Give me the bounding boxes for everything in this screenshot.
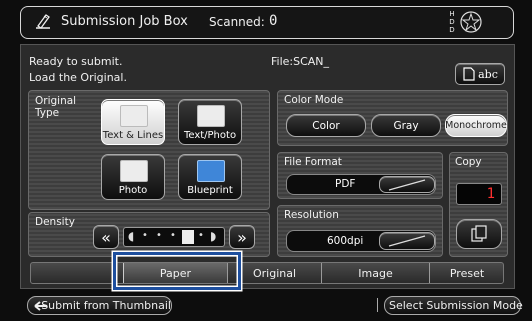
original-type-label: Original Type	[35, 95, 77, 119]
file-format-selector[interactable]: PDF	[286, 174, 436, 195]
original-type-blueprint-button[interactable]: Blueprint	[178, 154, 242, 200]
double-chevron-right-icon: »	[237, 227, 247, 247]
double-chevron-left-icon: «	[101, 227, 111, 247]
title-box: Submission Job Box Scanned: 0 HDD	[20, 6, 514, 39]
status-message-1: Ready to submit.	[29, 55, 123, 68]
option-label: Monochrome	[445, 120, 507, 131]
hdd-status-icon	[460, 11, 482, 33]
main-panel: Ready to submit. Load the Original. File…	[20, 44, 515, 289]
copies-icon	[471, 225, 487, 242]
edit-pen-icon	[36, 14, 50, 29]
slope-arrow-icon	[388, 178, 426, 191]
select-submission-mode-label: Select Submission Mode	[389, 299, 523, 312]
file-format-value: PDF	[335, 178, 356, 190]
density-increase-button[interactable]: »	[229, 225, 255, 249]
file-format-label: File Format	[284, 156, 342, 168]
blueprint-icon	[197, 160, 225, 182]
option-label: Text/Photo	[183, 130, 237, 141]
file-name-label: File:SCAN_	[271, 55, 330, 68]
option-label: Color	[312, 119, 340, 132]
bottom-bar: Submit from Thumbnail Select Submission …	[0, 292, 532, 321]
density-min-marker: ◖	[128, 229, 135, 243]
scanned-count: 0	[269, 13, 278, 29]
settings-tab-bar: Paper Original Image Preset	[30, 262, 504, 284]
slope-arrow-icon	[388, 235, 426, 247]
separator	[377, 298, 378, 312]
resolution-value: 600dpi	[327, 235, 364, 247]
file-format-panel: File Format PDF	[277, 152, 443, 199]
density-decrease-button[interactable]: «	[93, 225, 119, 249]
copy-display: 1	[456, 183, 502, 205]
submit-from-thumbnail-label: Submit from Thumbnail	[41, 299, 171, 312]
option-label: Blueprint	[187, 185, 233, 196]
density-scale: ◖ • • • • ◗	[123, 227, 225, 247]
density-max-marker: ◗	[210, 229, 217, 243]
tab-preset[interactable]: Preset	[429, 263, 504, 283]
tab-image[interactable]: Image	[321, 263, 429, 283]
density-dot: •	[142, 230, 148, 241]
density-panel: Density « ◖ • • • • ◗ »	[28, 212, 270, 257]
tab-original[interactable]: Original	[227, 263, 321, 283]
select-submission-mode-button[interactable]: Select Submission Mode	[384, 296, 523, 315]
scanned-label: Scanned:	[209, 15, 265, 29]
color-mode-monochrome-button[interactable]: Monochrome	[445, 114, 507, 137]
color-mode-panel: Color Mode Color Gray Monochrome	[277, 90, 508, 146]
density-dot: •	[198, 230, 204, 241]
document-icon	[463, 67, 475, 81]
abc-input-button[interactable]: abc	[455, 63, 505, 85]
text-lines-icon	[120, 105, 148, 127]
color-mode-label: Color Mode	[284, 94, 344, 106]
option-label: Gray	[393, 119, 419, 132]
original-type-photo-button[interactable]: Photo	[101, 154, 165, 200]
original-type-text-lines-button[interactable]: Text & Lines	[101, 99, 165, 145]
tab-label: Preset	[449, 266, 485, 280]
photo-icon	[120, 160, 148, 182]
title-bar: Submission Job Box Scanned: 0 HDD	[0, 0, 532, 44]
density-label: Density	[35, 216, 75, 228]
color-mode-gray-button[interactable]: Gray	[371, 114, 441, 137]
density-selected-marker	[182, 230, 194, 244]
option-label: Photo	[118, 185, 148, 196]
page-title: Submission Job Box	[61, 14, 188, 29]
tab-label: Image	[358, 266, 393, 280]
hdd-label: HDD	[449, 10, 455, 34]
submit-from-thumbnail-button[interactable]: Submit from Thumbnail	[27, 296, 172, 315]
copy-panel: Copy 1	[449, 152, 508, 257]
status-message-2: Load the Original.	[29, 71, 127, 84]
text-photo-icon	[197, 105, 225, 127]
copy-value: 1	[486, 186, 495, 202]
resolution-change-button[interactable]	[379, 232, 435, 250]
file-format-change-button[interactable]	[379, 176, 435, 193]
tab-label: Original	[252, 266, 297, 280]
focus-highlight	[113, 252, 241, 290]
option-label: Text & Lines	[102, 130, 164, 141]
copy-label: Copy	[455, 156, 482, 168]
copy-keypad-button[interactable]	[456, 219, 502, 249]
original-type-text-photo-button[interactable]: Text/Photo	[178, 99, 242, 145]
color-mode-color-button[interactable]: Color	[286, 114, 366, 137]
abc-label: abc	[478, 67, 498, 81]
resolution-selector[interactable]: 600dpi	[286, 230, 436, 252]
resolution-label: Resolution	[284, 209, 339, 221]
density-dot: •	[170, 230, 176, 241]
original-type-panel: Original Type Text & Lines Text/Photo Ph…	[28, 90, 270, 210]
density-dot: •	[156, 230, 162, 241]
resolution-panel: Resolution 600dpi	[277, 205, 443, 257]
